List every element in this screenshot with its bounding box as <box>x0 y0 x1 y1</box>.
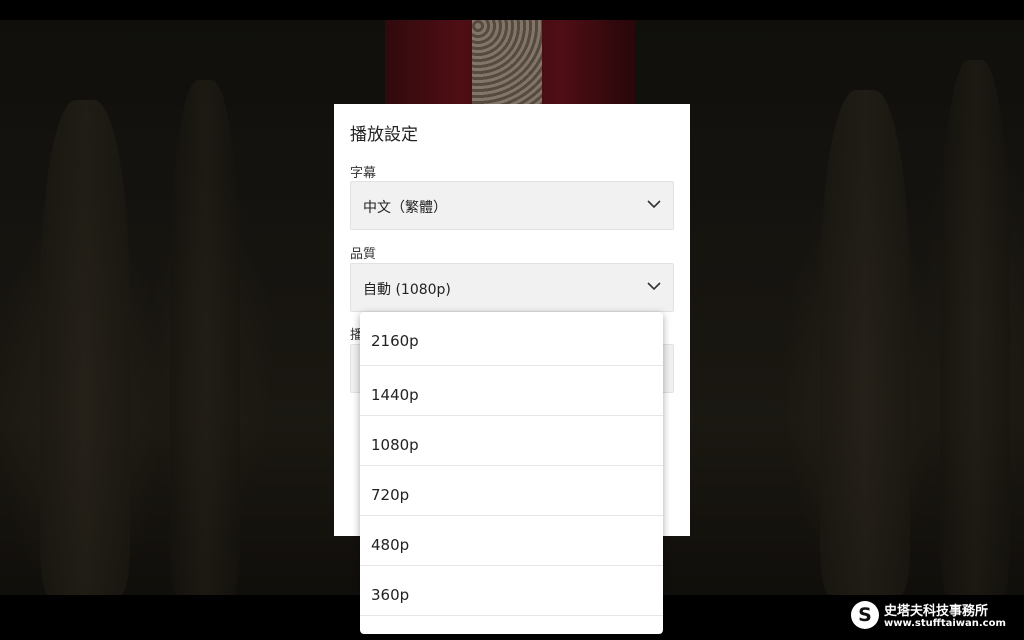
quality-option-480p[interactable]: 480p <box>360 516 663 566</box>
quality-dropdown-menu: 2160p 1440p 1080p 720p 480p 360p <box>360 312 663 634</box>
quality-label: 品質 <box>350 247 377 262</box>
quality-option-1440p[interactable]: 1440p <box>360 366 663 416</box>
watermark: S 史塔夫科技事務所 www.stufftaiwan.com <box>851 600 1021 634</box>
subtitle-select[interactable]: 中文（繁體） <box>350 181 674 230</box>
panel-title: 播放設定 <box>350 125 418 145</box>
watermark-url: www.stufftaiwan.com <box>884 618 1006 629</box>
subtitle-select-value: 中文（繁體） <box>363 200 447 216</box>
quality-option-2160p[interactable]: 2160p <box>360 312 663 366</box>
quality-option-1080p[interactable]: 1080p <box>360 416 663 466</box>
quality-option-720p[interactable]: 720p <box>360 466 663 516</box>
quality-select[interactable]: 自動 (1080p) <box>350 263 674 312</box>
watermark-logo: S <box>851 601 879 629</box>
chevron-down-icon <box>647 282 661 291</box>
subtitle-label: 字幕 <box>350 166 377 181</box>
quality-select-value: 自動 (1080p) <box>363 282 451 298</box>
chevron-down-icon <box>647 200 661 209</box>
quality-option-360p[interactable]: 360p <box>360 566 663 616</box>
watermark-name: 史塔夫科技事務所 <box>884 604 989 619</box>
